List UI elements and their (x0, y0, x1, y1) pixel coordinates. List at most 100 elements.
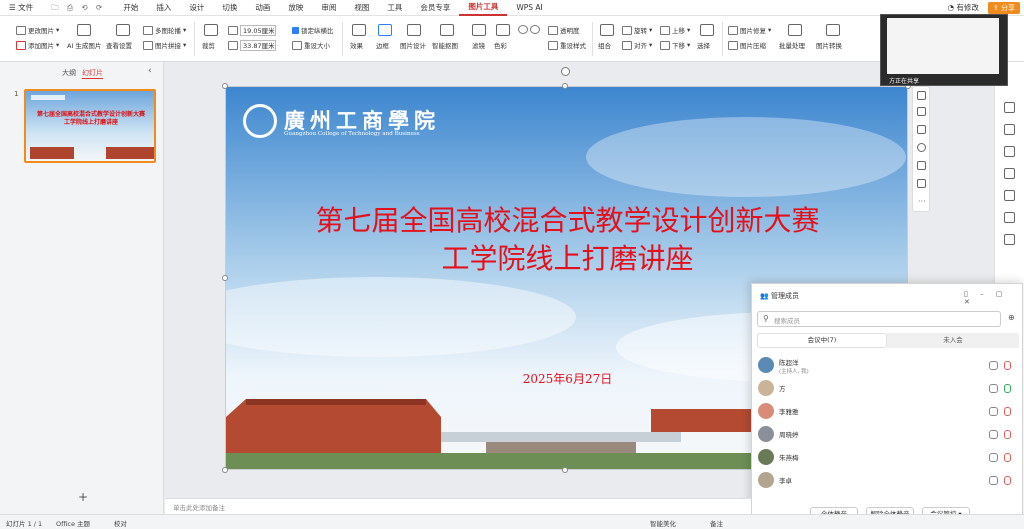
resize-handle[interactable] (562, 467, 568, 473)
more-icon[interactable]: ··· (918, 197, 926, 206)
microphone-icon[interactable] (1004, 384, 1011, 393)
change-pic-button[interactable]: 更改图片 ▾ (16, 25, 59, 35)
resize-handle[interactable] (222, 275, 228, 281)
menu-item[interactable]: 审阅 (312, 0, 345, 16)
window-controls[interactable]: ▯ – ▢ ✕ (964, 290, 1022, 306)
preview-icon[interactable] (917, 179, 926, 188)
up-layer-button[interactable]: 上移 ▾ (660, 25, 690, 35)
slide-thumbnail[interactable]: 第七届全国高校混合式教学设计创新大赛 工学院线上打磨讲座 (24, 89, 156, 163)
menu-item[interactable]: 会员专享 (411, 0, 459, 16)
add-member-icon[interactable]: ⊕ (1008, 313, 1015, 322)
pic-convert-button[interactable]: 图片转换 (816, 40, 842, 50)
notes-button[interactable]: 备注 (710, 518, 723, 528)
microphone-icon[interactable] (1004, 476, 1011, 485)
reset-style-button[interactable]: 重设样式 (548, 40, 586, 50)
add-pic-button[interactable]: 添加图片 ▾ (16, 40, 59, 50)
rotate-small-icons[interactable] (518, 25, 540, 34)
camera-icon[interactable] (989, 361, 998, 370)
camera-icon[interactable] (989, 453, 998, 462)
reset-size-button[interactable]: 重设大小 (292, 40, 330, 50)
pic-settings-button[interactable]: 查看设置 (106, 40, 132, 50)
transform-icon[interactable] (1004, 212, 1015, 223)
batch-button[interactable]: 批量处理 (779, 40, 805, 50)
tab-outline[interactable]: 大纲 (62, 68, 76, 78)
width-input[interactable]: 33.87厘米 (240, 40, 276, 51)
member-row[interactable]: 李卓 (752, 470, 1024, 492)
search-input[interactable]: ⚲ 搜索成员 (757, 311, 1001, 327)
tab-in-meeting[interactable]: 会议中(7) (757, 333, 887, 348)
resize-handle[interactable] (222, 83, 228, 89)
pic-splice-button[interactable]: 图片拼接 ▾ (143, 40, 186, 50)
slide-subtitle[interactable]: 工学院线上打磨讲座 (226, 237, 907, 277)
member-row[interactable]: 周晓婷 (752, 424, 1024, 446)
minus-icon[interactable] (917, 91, 926, 100)
pic-repair-button[interactable]: 图片修复 ▾ (728, 25, 771, 35)
proof-label[interactable]: 校对 (114, 518, 127, 528)
property-icon[interactable] (1004, 102, 1015, 113)
style-icon[interactable] (1004, 168, 1015, 179)
color-button[interactable]: 色彩 (494, 40, 507, 50)
rotate-handle-icon[interactable] (561, 67, 570, 76)
pic-compress-button[interactable]: 图片压缩 (728, 40, 766, 50)
member-row[interactable]: 朱燕梅 (752, 447, 1024, 469)
down-layer-button[interactable]: 下移 ▾ (660, 40, 690, 50)
menu-item[interactable]: 工具 (378, 0, 411, 16)
layers-icon[interactable] (917, 107, 926, 116)
menu-item[interactable]: 放映 (279, 0, 312, 16)
camera-icon[interactable] (989, 407, 998, 416)
smart-crop-button[interactable]: 智能抠图 (432, 40, 458, 50)
smart-crop-icon[interactable] (917, 161, 926, 170)
beautify-button[interactable]: 智能美化 (650, 518, 676, 528)
menu-item[interactable]: WPS AI (507, 0, 551, 16)
crop-button[interactable]: 裁剪 (202, 40, 215, 50)
add-slide-button[interactable]: + (78, 490, 88, 504)
shape-icon[interactable] (1004, 190, 1015, 201)
combine-button[interactable]: 组合 (598, 40, 611, 50)
microphone-icon[interactable] (1004, 430, 1011, 439)
menu-item[interactable]: 视图 (345, 0, 378, 16)
height-input[interactable]: 19.05厘米 (240, 25, 276, 36)
select-button[interactable]: 选择 (697, 40, 710, 50)
menu-item[interactable]: 动画 (246, 0, 279, 16)
collapse-icon[interactable]: ‹ (148, 66, 152, 76)
quick-access-icons[interactable]: 🗀 ⎙ ⟲ ⟳ (42, 0, 114, 16)
microphone-icon[interactable] (1004, 361, 1011, 370)
member-row[interactable]: 陈超洋 (主持人, 我) (752, 355, 1024, 377)
menu-file[interactable]: ☰ 文件 (0, 0, 42, 16)
align-button[interactable]: 对齐 ▾ (622, 40, 652, 50)
ai-pic-button[interactable]: AI 生成图片 (67, 40, 101, 50)
menu-item[interactable]: 开始 (114, 0, 147, 16)
resize-handle[interactable] (222, 467, 228, 473)
rotate-button[interactable]: 旋转 ▾ (622, 25, 652, 35)
menu-item[interactable]: 设计 (180, 0, 213, 16)
copy-icon[interactable] (1004, 124, 1015, 135)
share-button[interactable]: ⇪ 分享 (987, 1, 1020, 14)
lock-ratio-checkbox[interactable]: 锁定纵横比 (292, 25, 334, 35)
menu-item[interactable]: 插入 (147, 0, 180, 16)
menu-item[interactable]: 图片工具 (459, 0, 508, 16)
effect-button[interactable]: 效果 (350, 40, 363, 50)
member-row[interactable]: 方 (752, 378, 1024, 400)
theme-label[interactable]: Office 主题 (56, 518, 90, 528)
transparent-button[interactable]: 透明度 (548, 25, 580, 35)
tab-slides[interactable]: 幻灯片 (82, 68, 103, 79)
resize-handle[interactable] (562, 83, 568, 89)
notes-area[interactable]: 单击此处添加备注 (165, 498, 751, 514)
camera-icon[interactable] (989, 384, 998, 393)
member-row[interactable]: 李雅雅 (752, 401, 1024, 423)
height-field[interactable]: 19.05厘米 (228, 25, 276, 36)
width-field[interactable]: 33.87厘米 (228, 40, 276, 51)
video-window[interactable]: 方正在共享 (880, 14, 1008, 86)
pic-design-button[interactable]: 图片设计 (400, 40, 426, 50)
menu-item[interactable]: 切换 (213, 0, 246, 16)
tab-not-joined[interactable]: 未入会 (887, 333, 1019, 348)
microphone-icon[interactable] (1004, 407, 1011, 416)
magic-icon[interactable] (1004, 146, 1015, 157)
slide-title[interactable]: 第七届全国高校混合式教学设计创新大赛 (226, 199, 907, 239)
multi-pic-button[interactable]: 多图轮播 ▾ (143, 25, 186, 35)
border-button[interactable]: 边框 (376, 40, 389, 50)
filter-button[interactable]: 滤镜 (472, 40, 485, 50)
camera-icon[interactable] (989, 430, 998, 439)
microphone-icon[interactable] (1004, 453, 1011, 462)
crop-icon[interactable] (917, 125, 926, 134)
